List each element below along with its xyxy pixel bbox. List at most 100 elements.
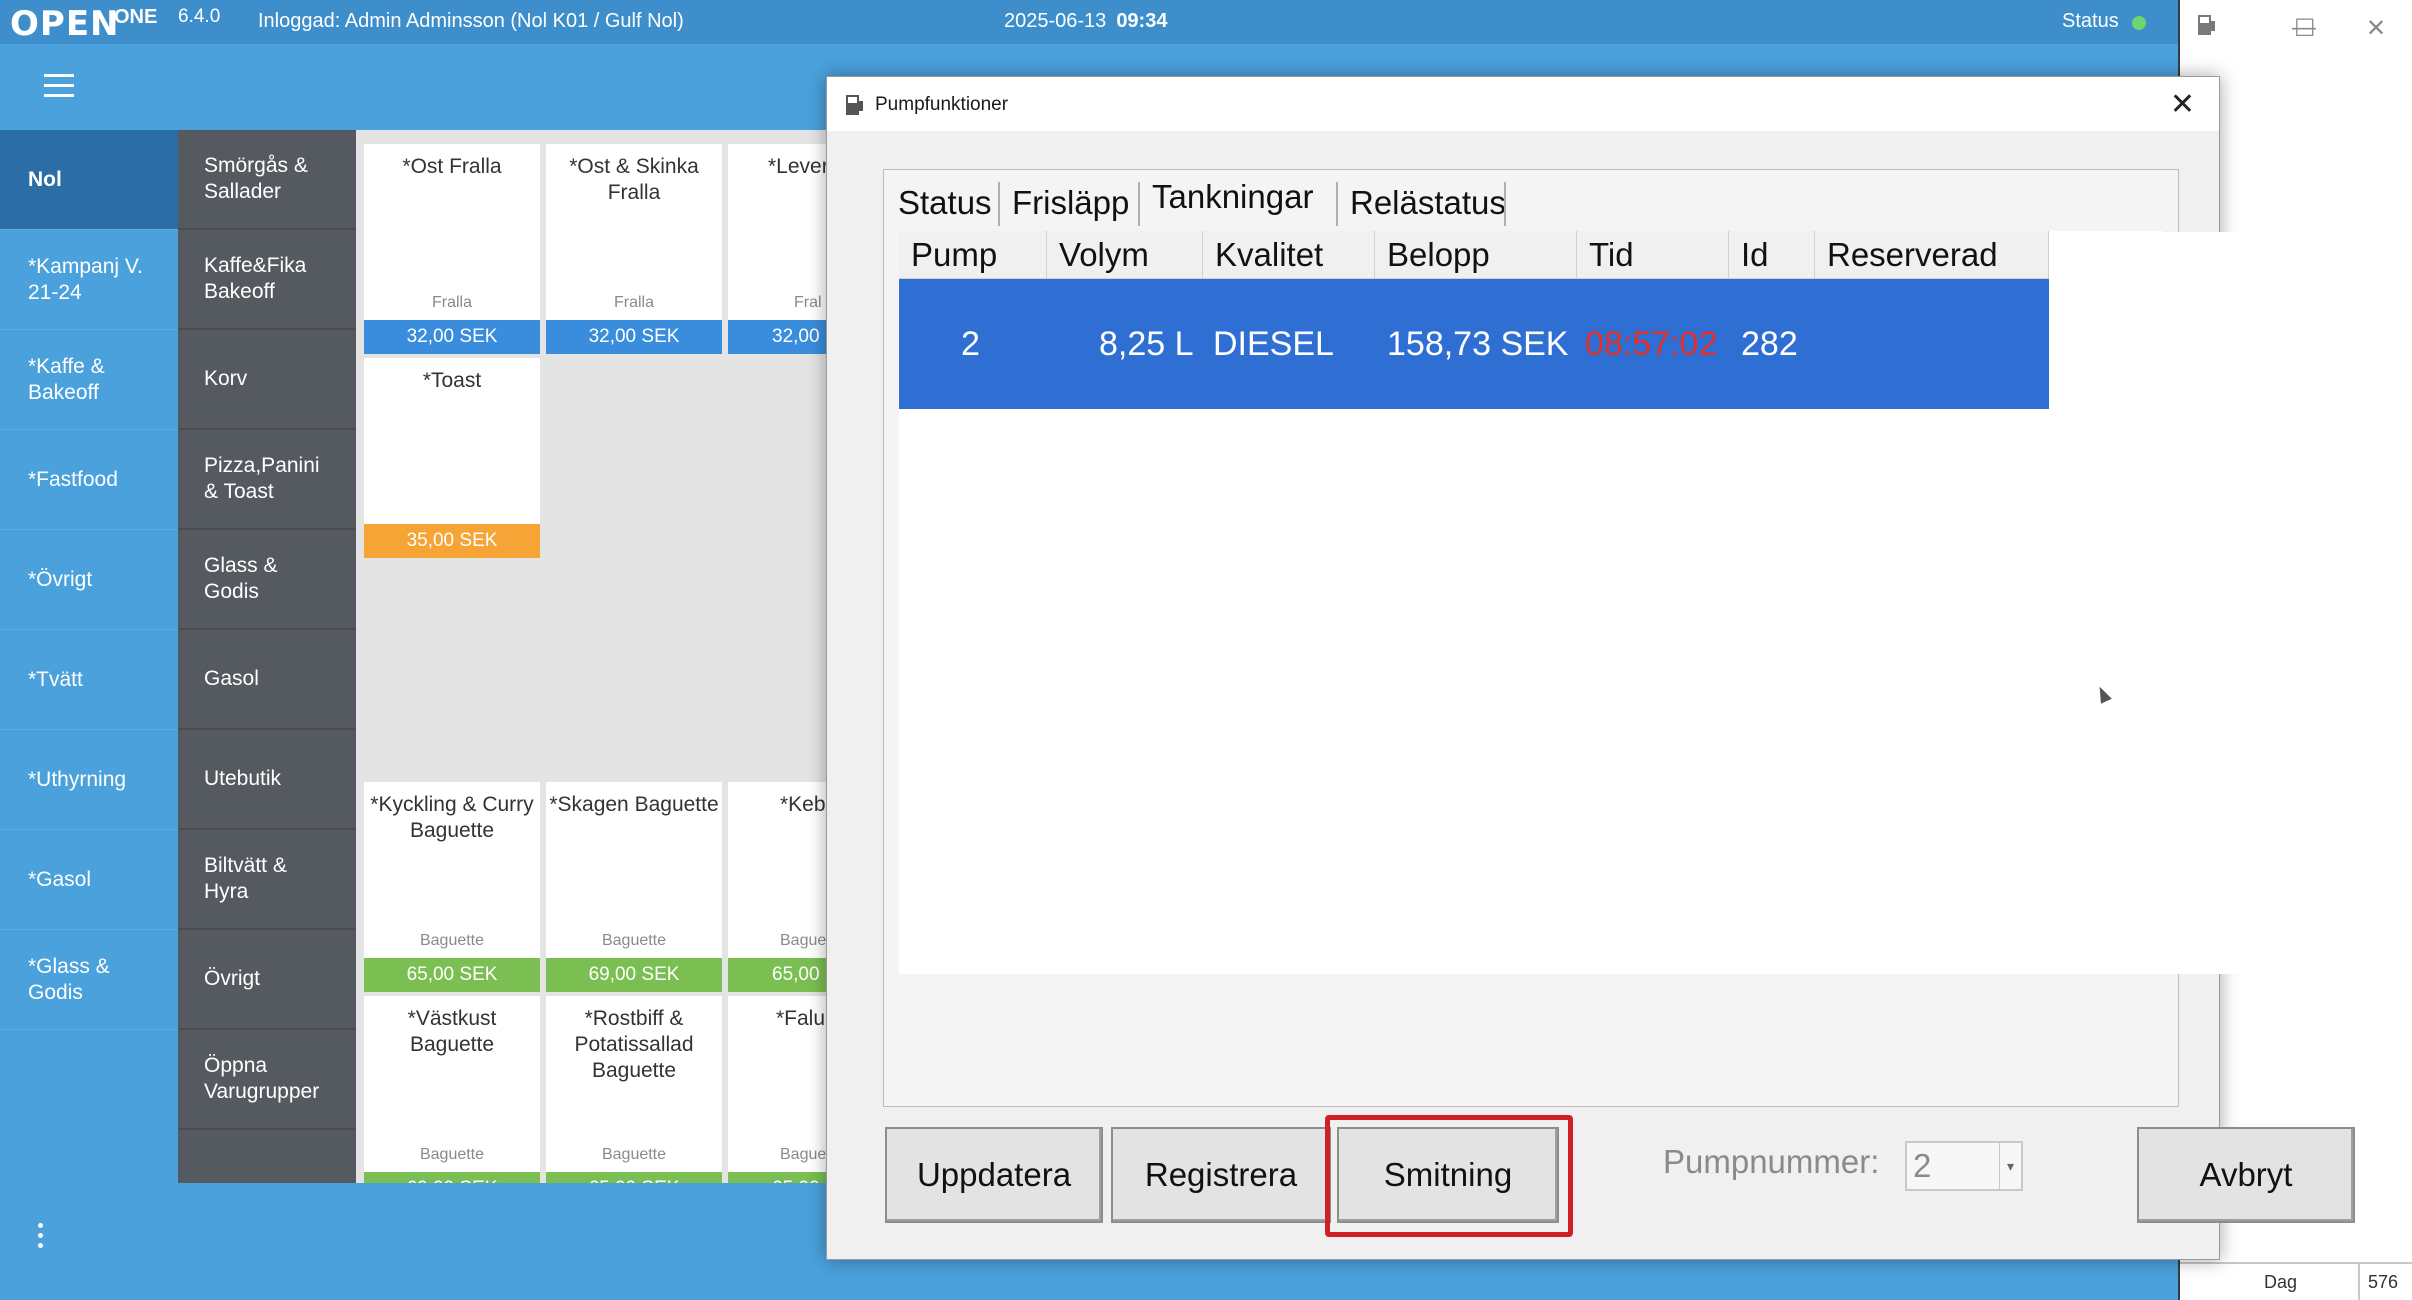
nav-item-glass-godis[interactable]: *Glass & Godis xyxy=(0,930,178,1030)
subnav-item-smorgas[interactable]: Smörgås & Sallader xyxy=(178,130,356,230)
column-header-volym[interactable]: Volym xyxy=(1047,231,1203,279)
screen: OPEN ONE 6.4.0 Inloggad: Admin Adminsson… xyxy=(0,0,2412,1300)
cell-belopp: 158,73 SEK xyxy=(1387,325,1569,363)
fuel-pump-icon xyxy=(846,95,863,115)
cell-tid: 08:57:02 xyxy=(1585,325,1718,363)
subnav-item-pizza[interactable]: Pizza,Panini & Toast xyxy=(178,430,356,530)
nav-item-ovrigt[interactable]: *Övrigt xyxy=(0,530,178,630)
subnav-item-oppna-varugrupper[interactable]: Öppna Varugrupper xyxy=(178,1030,356,1130)
current-date: 2025-06-13 xyxy=(1004,10,1107,32)
product-card[interactable]: *Rostbiff & Potatissallad Baguette Bague… xyxy=(546,996,722,1183)
product-price: 32,00 xyxy=(728,320,836,354)
pump-app-icon xyxy=(2196,12,2218,45)
product-card[interactable]: *Faluk Ägg Bag Bague 65,00 xyxy=(728,996,836,1183)
product-price: 69,00 SEK xyxy=(546,958,722,992)
subnav-item-gasol[interactable]: Gasol xyxy=(178,630,356,730)
product-category: Baguette xyxy=(601,932,667,949)
secondary-statusbar: Dag 576 xyxy=(2180,1262,2412,1300)
product-card[interactable]: *Toast 35,00 SEK xyxy=(364,358,540,558)
column-header-reserverad[interactable]: Reserverad xyxy=(1815,231,2049,279)
product-card[interactable]: *Västkust Baguette Baguette 69,00 SEK xyxy=(364,996,540,1183)
tab-relastatus[interactable]: Relästatus xyxy=(1340,180,1516,226)
nav-item-uthyrning[interactable]: *Uthyrning xyxy=(0,730,178,830)
product-category: Baguette xyxy=(419,932,485,949)
menu-icon[interactable] xyxy=(44,74,74,98)
product-price: 65,00 xyxy=(728,1172,836,1183)
product-name: *Ost Fralla xyxy=(402,155,502,178)
app-titlebar: OPEN ONE 6.4.0 Inloggad: Admin Adminsson… xyxy=(0,0,2178,44)
tab-separator xyxy=(998,182,1000,226)
subnav-item-utebutik[interactable]: Utebutik xyxy=(178,730,356,830)
product-card[interactable]: *Keb Bagu Bague 65,00 xyxy=(728,782,836,992)
product-name: *Toast xyxy=(422,369,482,392)
statusbar-count: 576 xyxy=(2358,1264,2412,1300)
current-time: 09:34 xyxy=(1116,10,1168,32)
annotation-highlight-box xyxy=(1325,1115,1573,1237)
subnav-item-ovrigt[interactable]: Övrigt xyxy=(178,930,356,1030)
dialog-titlebar: Pumpfunktioner ✕ xyxy=(827,77,2219,131)
nav-item-kaffe-bakeoff[interactable]: *Kaffe & Bakeoff xyxy=(0,330,178,430)
product-name: *Skagen Baguette xyxy=(549,793,719,816)
product-card[interactable]: *Ost Fralla Fralla 32,00 SEK xyxy=(364,144,540,354)
statusbar-day: Dag xyxy=(2264,1272,2298,1292)
nav-item-kampanj[interactable]: *Kampanj V. 21-24 xyxy=(0,230,178,330)
product-price: 65,00 xyxy=(728,958,836,992)
close-icon[interactable]: ✕ xyxy=(2170,87,2195,122)
product-name: *Ost & Skinka Fralla xyxy=(569,155,699,204)
product-category: Fralla xyxy=(431,294,472,311)
logged-in-user: Inloggad: Admin Adminsson (Nol K01 / Gul… xyxy=(258,10,684,32)
status-label[interactable]: Status xyxy=(2062,10,2119,33)
cell-pump: 2 xyxy=(961,325,980,363)
subnav-item-biltvatt[interactable]: Biltvätt & Hyra xyxy=(178,830,356,930)
product-price: 69,00 SEK xyxy=(364,1172,540,1183)
subnav-item-kaffe-fika[interactable]: Kaffe&Fika Bakeoff xyxy=(178,230,356,330)
nav-item-gasol[interactable]: *Gasol xyxy=(0,830,178,930)
product-name: *Västkust Baguette xyxy=(407,1007,497,1056)
tab-separator xyxy=(1138,182,1140,226)
column-header-pump[interactable]: Pump xyxy=(899,231,1047,279)
tankningar-list: Pump Volym Kvalitet Belopp Tid Id Reserv… xyxy=(899,231,2163,973)
cell-kvalitet: DIESEL xyxy=(1213,325,1334,363)
subnav-item-korv[interactable]: Korv xyxy=(178,330,356,430)
product-price: 65,00 SEK xyxy=(546,1172,722,1183)
tab-strip: Status Frisläpp Tankningar Relästatus xyxy=(884,170,2178,232)
category-nav: Nol *Kampanj V. 21-24 *Kaffe & Bakeoff *… xyxy=(0,130,178,1183)
nav-item-tvatt[interactable]: *Tvätt xyxy=(0,630,178,730)
column-header-belopp[interactable]: Belopp xyxy=(1375,231,1577,279)
pump-number-label: Pumpnummer: xyxy=(1663,1143,1880,1180)
product-card[interactable]: *Leverp Fral Fral 32,00 xyxy=(728,144,836,354)
window-close-icon[interactable]: ✕ xyxy=(2366,14,2386,43)
tab-frislapp[interactable]: Frisläpp xyxy=(1002,180,1139,226)
product-category: Fralla xyxy=(613,294,654,311)
product-card[interactable]: *Skagen Baguette Baguette 69,00 SEK xyxy=(546,782,722,992)
chevron-down-icon[interactable]: ▾ xyxy=(1999,1143,2021,1189)
cancel-button[interactable]: Avbryt xyxy=(2137,1127,2355,1223)
table-header: Pump Volym Kvalitet Belopp Tid Id Reserv… xyxy=(899,231,2049,279)
table-row[interactable]: 2 8,25 L DIESEL 158,73 SEK 08:57:02 282 xyxy=(899,279,2049,409)
subnav-item-glass-godis[interactable]: Glass & Godis xyxy=(178,530,356,630)
product-card[interactable]: *Ost & Skinka Fralla Fralla 32,00 SEK xyxy=(546,144,722,354)
register-button[interactable]: Registrera xyxy=(1111,1127,1331,1223)
product-category: Baguette xyxy=(601,1146,667,1163)
tab-status[interactable]: Status xyxy=(888,180,1002,226)
status-indicator-icon xyxy=(2132,16,2146,30)
product-price: 32,00 SEK xyxy=(364,320,540,354)
pump-number-select[interactable]: 2 ▾ xyxy=(1905,1141,2023,1191)
product-category: Baguette xyxy=(419,1146,485,1163)
nav-item-fastfood[interactable]: *Fastfood xyxy=(0,430,178,530)
column-header-kvalitet[interactable]: Kvalitet xyxy=(1203,231,1375,279)
product-price: 65,00 SEK xyxy=(364,958,540,992)
product-card[interactable]: *Kyckling & Curry Baguette Baguette 65,0… xyxy=(364,782,540,992)
product-price: 32,00 SEK xyxy=(546,320,722,354)
update-button[interactable]: Uppdatera xyxy=(885,1127,1103,1223)
column-header-id[interactable]: Id xyxy=(1729,231,1815,279)
more-options-icon[interactable] xyxy=(38,1223,44,1253)
app-version: 6.4.0 xyxy=(178,6,221,27)
cell-id: 282 xyxy=(1741,325,1798,363)
nav-item-nol[interactable]: Nol xyxy=(0,130,178,230)
pumpfunktioner-dialog: Pumpfunktioner ✕ Status Frisläpp Tanknin… xyxy=(826,76,2355,1260)
maximize-button[interactable]: ☐ xyxy=(2294,14,2316,43)
tab-tankningar[interactable]: Tankningar xyxy=(1142,174,1324,220)
column-header-tid[interactable]: Tid xyxy=(1577,231,1729,279)
date-time: 2025-06-13 09:34 xyxy=(1004,10,1167,33)
